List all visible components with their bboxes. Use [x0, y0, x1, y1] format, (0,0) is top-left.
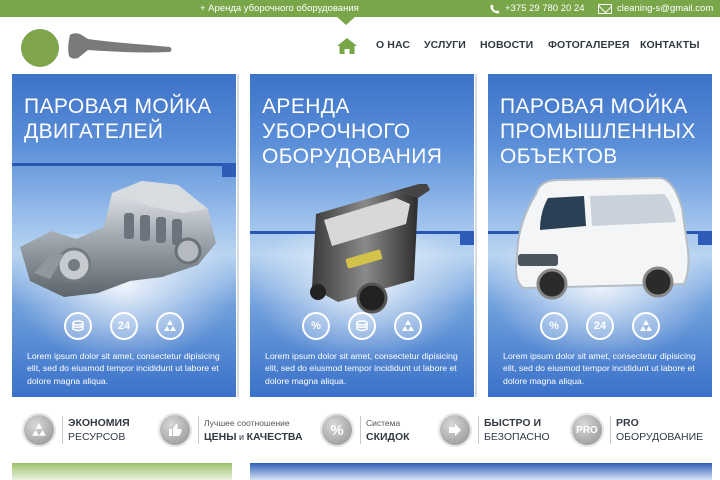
recycle-icon: [394, 312, 422, 340]
benefit-text: ЭКОНОМИЯ РЕСУРСОВ: [68, 416, 130, 444]
24-hours-label: 24: [593, 320, 607, 332]
benefit-divider: [360, 416, 361, 444]
benefit-text: Лучшее соотношение ЦЕНЫ и КАЧЕСТВА: [204, 416, 303, 444]
recycle-icon: [632, 312, 660, 340]
benefit-title: Лучшее соотношение: [204, 418, 290, 428]
rental-promo-link[interactable]: + Аренда уборочного оборудования: [200, 0, 359, 17]
service-card-industrial-washing[interactable]: Паровая мойка промышленных объектов % 24…: [488, 74, 712, 397]
benefit-discount-system: % Система СКИДОК: [320, 412, 410, 448]
arrow-right-icon: [438, 413, 472, 447]
benefit-divider: [610, 416, 611, 444]
percent-icon: %: [302, 312, 330, 340]
card-divider: [12, 163, 236, 166]
benefit-text: Система СКИДОК: [366, 416, 410, 444]
benefit-resource-saving: ЭКОНОМИЯ РЕСУРСОВ: [22, 412, 130, 448]
benefit-pro-equipment: PRO PRO ОБОРУДОВАНИЕ: [570, 412, 703, 448]
card-description: Lorem ipsum dolor sit amet, consectetur …: [265, 351, 458, 386]
percent-label: %: [549, 320, 559, 332]
benefit-quality-word: КАЧЕСТВА: [246, 431, 303, 443]
email-address: cleaning-s@gmail.com: [617, 3, 714, 14]
benefit-text: PRO ОБОРУДОВАНИЕ: [616, 416, 703, 444]
percent-label: %: [311, 320, 321, 332]
benefit-and-word: и: [236, 432, 247, 442]
steam-cleaner-image: [310, 184, 430, 314]
benefit-divider: [478, 416, 479, 444]
24-hours-label: 24: [117, 320, 131, 332]
percent-label: %: [330, 421, 344, 439]
service-card-engine-washing[interactable]: Паровая мойка двигателей 24: [12, 74, 236, 397]
phone-contact[interactable]: +375 29 780 20 24: [490, 0, 585, 17]
card-feature-icons: 24: [12, 312, 236, 340]
recycle-icon: [22, 413, 56, 447]
service-card-equipment-rental[interactable]: Аренда уборочного оборудования % Lorem i…: [250, 74, 474, 397]
promo-notch: [336, 16, 356, 25]
next-section-green-strip: [12, 463, 232, 480]
mail-icon: [598, 3, 612, 14]
card-description: Lorem ipsum dolor sit amet, consectetur …: [27, 351, 220, 386]
pro-badge-label: PRO: [576, 424, 598, 436]
nav-news[interactable]: НОВОСТИ: [480, 39, 533, 51]
coins-icon: [348, 312, 376, 340]
thumbs-up-icon: [158, 413, 192, 447]
logo-wordmark[interactable]: [66, 31, 174, 61]
card-separator: [237, 74, 239, 397]
benefit-title: PRO: [616, 417, 639, 429]
engine-image: [20, 181, 216, 297]
coins-icon: [64, 312, 92, 340]
recycle-icon: [156, 312, 184, 340]
benefit-subtitle: БЕЗОПАСНО: [484, 431, 550, 443]
benefit-subtitle: ОБОРУДОВАНИЕ: [616, 431, 704, 443]
top-bar: + Аренда уборочного оборудования +375 29…: [0, 0, 720, 25]
pro-icon: PRO: [570, 413, 604, 447]
card-title: Паровая мойка двигателей: [24, 95, 212, 143]
home-icon[interactable]: [336, 37, 358, 55]
nav-about[interactable]: О НАС: [376, 39, 410, 51]
nav-services[interactable]: УСЛУГИ: [424, 39, 466, 51]
benefit-subtitle: СКИДОК: [366, 431, 410, 443]
benefit-subtitle: РЕСУРСОВ: [68, 431, 126, 443]
van-image: [514, 176, 690, 300]
card-feature-icons: % 24: [488, 312, 712, 340]
percent-icon: %: [320, 413, 354, 447]
card-feature-icons: %: [250, 312, 474, 340]
benefit-price-word: ЦЕНЫ: [204, 431, 237, 443]
benefit-title: Система: [366, 418, 401, 428]
24-hours-icon: 24: [586, 312, 614, 340]
benefit-divider: [62, 416, 63, 444]
benefit-fast-safe: БЫСТРО И БЕЗОПАСНО: [438, 412, 550, 448]
percent-icon: %: [540, 312, 568, 340]
benefit-divider: [198, 416, 199, 444]
benefit-price-quality: Лучшее соотношение ЦЕНЫ и КАЧЕСТВА: [158, 412, 303, 448]
benefit-title: БЫСТРО И: [484, 417, 542, 429]
email-contact[interactable]: cleaning-s@gmail.com: [598, 0, 713, 17]
phone-icon: [490, 4, 500, 14]
next-section-blue-strip: [250, 463, 712, 480]
nav-gallery[interactable]: ФОТОГАЛЕРЕЯ: [548, 39, 629, 51]
nav-contacts[interactable]: КОНТАКТЫ: [640, 39, 700, 51]
benefit-title: ЭКОНОМИЯ: [68, 417, 130, 429]
24-hours-icon: 24: [110, 312, 138, 340]
card-title: Аренда уборочного оборудования: [262, 95, 443, 168]
phone-number: +375 29 780 20 24: [505, 3, 585, 14]
card-title: Паровая мойка промышленных объектов: [500, 95, 696, 168]
logo-mark[interactable]: [21, 29, 59, 67]
card-separator: [475, 74, 477, 397]
card-description: Lorem ipsum dolor sit amet, consectetur …: [503, 351, 696, 386]
benefit-text: БЫСТРО И БЕЗОПАСНО: [484, 416, 550, 444]
